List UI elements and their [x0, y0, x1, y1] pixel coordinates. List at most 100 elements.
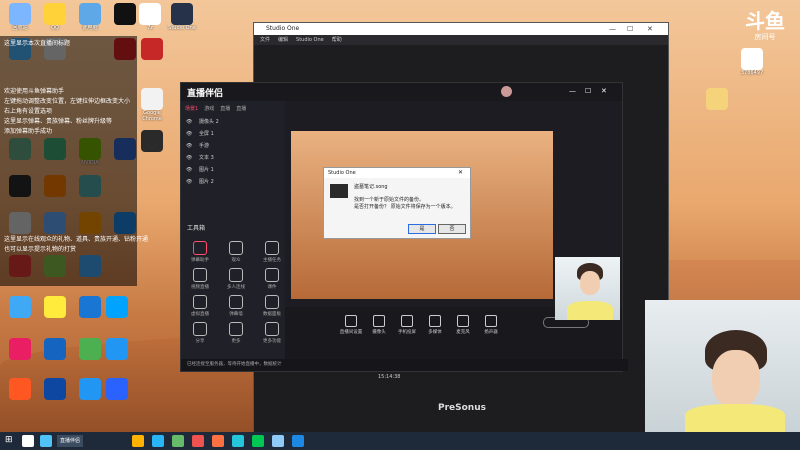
- taskbar-app-icon[interactable]: [172, 435, 184, 447]
- desktop-icon[interactable]: [38, 296, 72, 330]
- tool-label: 数据面板: [263, 312, 281, 317]
- studio-one-icon: [330, 184, 348, 198]
- desktop-icon[interactable]: [100, 378, 134, 412]
- desktop-icon[interactable]: Studio One: [165, 3, 199, 37]
- desktop-icon[interactable]: [135, 38, 169, 72]
- control-icon: [485, 315, 497, 327]
- avatar[interactable]: [501, 86, 512, 97]
- no-button[interactable]: 否: [438, 224, 466, 234]
- source-item[interactable]: 图片 1: [181, 164, 285, 176]
- danmaku-helper-overlay[interactable]: 这里显示本次直播间标题 欢迎使用斗鱼弹幕助手 左键拖动调整改变位置，左键拉伸边框改变…: [0, 36, 148, 286]
- tool-label: 弹幕墙: [229, 312, 243, 317]
- taskbar-app-icon[interactable]: [292, 435, 304, 447]
- windows-start-icon[interactable]: ⊞: [5, 435, 13, 445]
- tool-label: 虚拟直播: [191, 312, 209, 317]
- desktop-icon[interactable]: 此电脑: [73, 3, 107, 37]
- control-button[interactable]: 扬声器: [477, 315, 505, 335]
- control-button[interactable]: 麦克风: [449, 315, 477, 335]
- app-icon: [79, 3, 101, 25]
- taskbar-app-icon[interactable]: [152, 435, 164, 447]
- tool-icon: [193, 322, 207, 336]
- tool-button[interactable]: 观众: [221, 241, 251, 263]
- tool-icon: [229, 268, 243, 282]
- scene-tab[interactable]: 直播: [236, 106, 246, 112]
- tool-icon: [265, 322, 279, 336]
- tool-button[interactable]: 弹幕助手: [185, 241, 215, 263]
- desktop-icon[interactable]: 7z: [133, 3, 167, 37]
- desktop-icon[interactable]: [38, 338, 72, 372]
- taskbar-app-icon[interactable]: [212, 435, 224, 447]
- companion-titlebar[interactable]: 直播伴侣 ✕ ☐ —: [181, 83, 622, 101]
- desktop-icon[interactable]: Google Chrome: [135, 88, 169, 122]
- minimize-icon[interactable]: —: [569, 87, 576, 95]
- tool-button[interactable]: 虚拟直播: [185, 295, 215, 317]
- tool-button[interactable]: 更多: [221, 322, 251, 344]
- control-label: 扬声器: [484, 330, 498, 335]
- desktop-icon[interactable]: [38, 378, 72, 412]
- desktop-icon[interactable]: 回收站: [3, 3, 37, 37]
- desktop-icon-label: [700, 110, 734, 122]
- scene-tab[interactable]: 场景1: [185, 106, 198, 112]
- desktop-icon[interactable]: QQ: [38, 3, 72, 37]
- tool-button[interactable]: 多人连线: [221, 268, 251, 290]
- source-item[interactable]: 文本 3: [181, 152, 285, 164]
- taskbar-app-icon[interactable]: [22, 435, 34, 447]
- scene-tab[interactable]: 直播: [220, 106, 230, 112]
- tool-icon: [193, 241, 207, 255]
- tool-icon: [265, 241, 279, 255]
- desktop-icon[interactable]: [100, 296, 134, 330]
- maximize-icon[interactable]: ☐: [627, 23, 633, 35]
- control-label: 直播间设置: [339, 330, 363, 335]
- minimize-icon[interactable]: —: [609, 23, 616, 35]
- tool-button[interactable]: 弹幕墙: [221, 295, 251, 317]
- control-button[interactable]: 手机投屏: [393, 315, 421, 335]
- taskbar-app-icon[interactable]: [252, 435, 264, 447]
- taskbar-app-icon[interactable]: [272, 435, 284, 447]
- scene-tab[interactable]: 游戏: [204, 106, 214, 112]
- menu-item[interactable]: 编辑: [278, 37, 288, 43]
- close-icon[interactable]: ✕: [458, 169, 463, 176]
- control-button[interactable]: 直播间设置: [337, 315, 365, 335]
- source-item[interactable]: 摄像头 2: [181, 116, 285, 128]
- desktop-icon[interactable]: [3, 296, 37, 330]
- menu-item[interactable]: Studio One: [296, 37, 324, 43]
- taskbar-running-app[interactable]: 直播伴侣: [57, 435, 84, 447]
- desktop-icon[interactable]: 3786497: [735, 48, 769, 82]
- taskbar-app-icon[interactable]: [192, 435, 204, 447]
- studio-one-titlebar[interactable]: Studio One — ☐ ✕: [254, 23, 668, 35]
- source-item[interactable]: 图片 2: [181, 176, 285, 188]
- tool-button[interactable]: 视频直播: [185, 268, 215, 290]
- close-icon[interactable]: ✕: [601, 87, 607, 95]
- close-icon[interactable]: ✕: [647, 23, 653, 35]
- window-title: Studio One: [266, 25, 300, 32]
- desktop-icon[interactable]: [3, 378, 37, 412]
- source-item[interactable]: 手游: [181, 140, 285, 152]
- desktop-icon[interactable]: [100, 338, 134, 372]
- menu-item[interactable]: 帮助: [332, 37, 342, 43]
- tool-button[interactable]: 更多功能: [257, 322, 287, 344]
- backup-dialog[interactable]: Studio One ✕ 盗墓笔记.song 找到一个新于原始文件的备份。 是否打开…: [323, 167, 471, 239]
- desktop-icon-label: [100, 400, 134, 412]
- source-item[interactable]: 全屏 1: [181, 128, 285, 140]
- tool-icon: [193, 295, 207, 309]
- tool-button[interactable]: 课件: [257, 268, 287, 290]
- control-button[interactable]: 多媒体: [421, 315, 449, 335]
- tool-icon: [229, 322, 243, 336]
- control-button[interactable]: 摄像头: [365, 315, 393, 335]
- taskbar-app-icon[interactable]: [132, 435, 144, 447]
- app-icon: [44, 3, 66, 25]
- file-icon: [741, 48, 763, 70]
- app-icon: [106, 378, 128, 400]
- yes-button[interactable]: 是: [408, 224, 436, 234]
- menu-item[interactable]: 文件: [260, 37, 270, 43]
- desktop-icon[interactable]: [700, 88, 734, 122]
- tool-button[interactable]: 数据面板: [257, 295, 287, 317]
- tool-button[interactable]: 分享: [185, 322, 215, 344]
- tool-button[interactable]: 主播任务: [257, 241, 287, 263]
- tool-label: 更多: [231, 339, 241, 344]
- taskbar-app-icon[interactable]: [232, 435, 244, 447]
- taskbar-app-icon[interactable]: [40, 435, 52, 447]
- desktop-icon[interactable]: [3, 338, 37, 372]
- maximize-icon[interactable]: ☐: [585, 87, 591, 95]
- control-label: 多媒体: [428, 330, 442, 335]
